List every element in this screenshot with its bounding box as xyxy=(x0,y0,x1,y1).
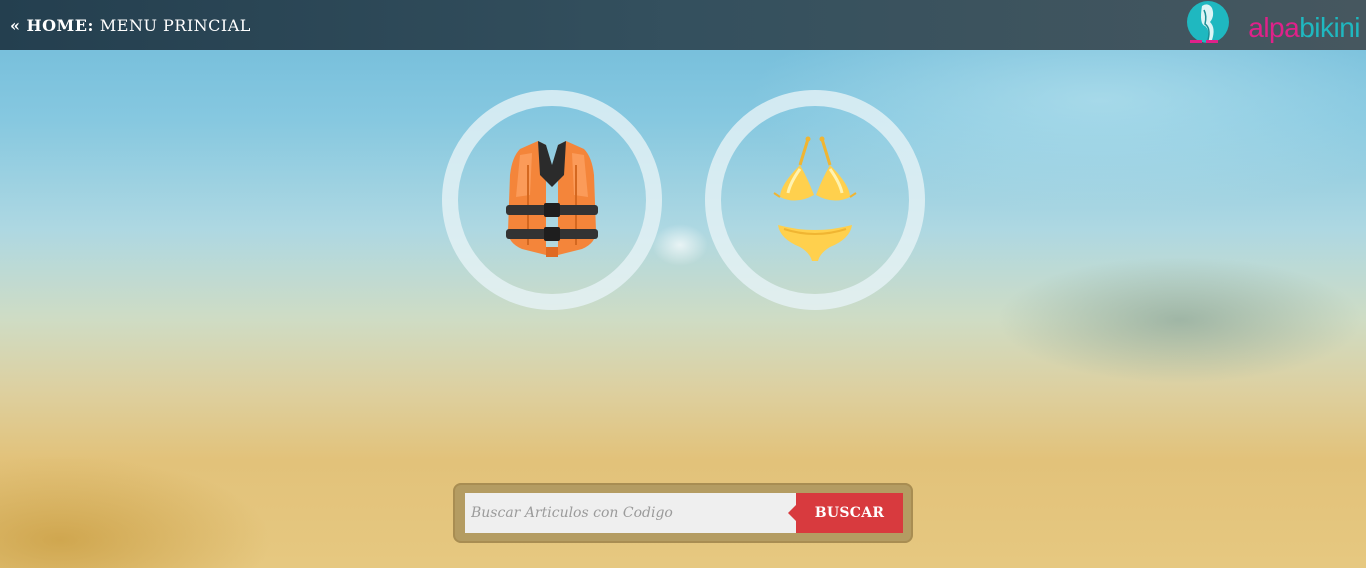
search-input[interactable] xyxy=(465,493,799,533)
logo-figure-icon xyxy=(1187,1,1229,43)
life-vest-icon xyxy=(506,141,598,257)
brand-logo[interactable]: alpabikini xyxy=(1180,0,1360,50)
logo-text: alpabikini xyxy=(1248,12,1360,43)
search-button[interactable]: BUSCAR xyxy=(788,493,903,533)
life-vest-category-button[interactable] xyxy=(442,90,662,310)
breadcrumb-current: MENU PRINCIAL xyxy=(99,15,251,35)
breadcrumb[interactable]: « HOME: MENU PRINCIAL xyxy=(10,16,251,35)
back-chevron-icon[interactable]: « xyxy=(10,16,21,35)
bikini-category-button[interactable] xyxy=(705,90,925,310)
top-bar: « HOME: MENU PRINCIAL alpabikini xyxy=(0,0,1366,50)
breadcrumb-home-link[interactable]: HOME: xyxy=(27,16,94,35)
search-bar: BUSCAR xyxy=(453,483,913,543)
bikini-icon xyxy=(773,136,857,261)
